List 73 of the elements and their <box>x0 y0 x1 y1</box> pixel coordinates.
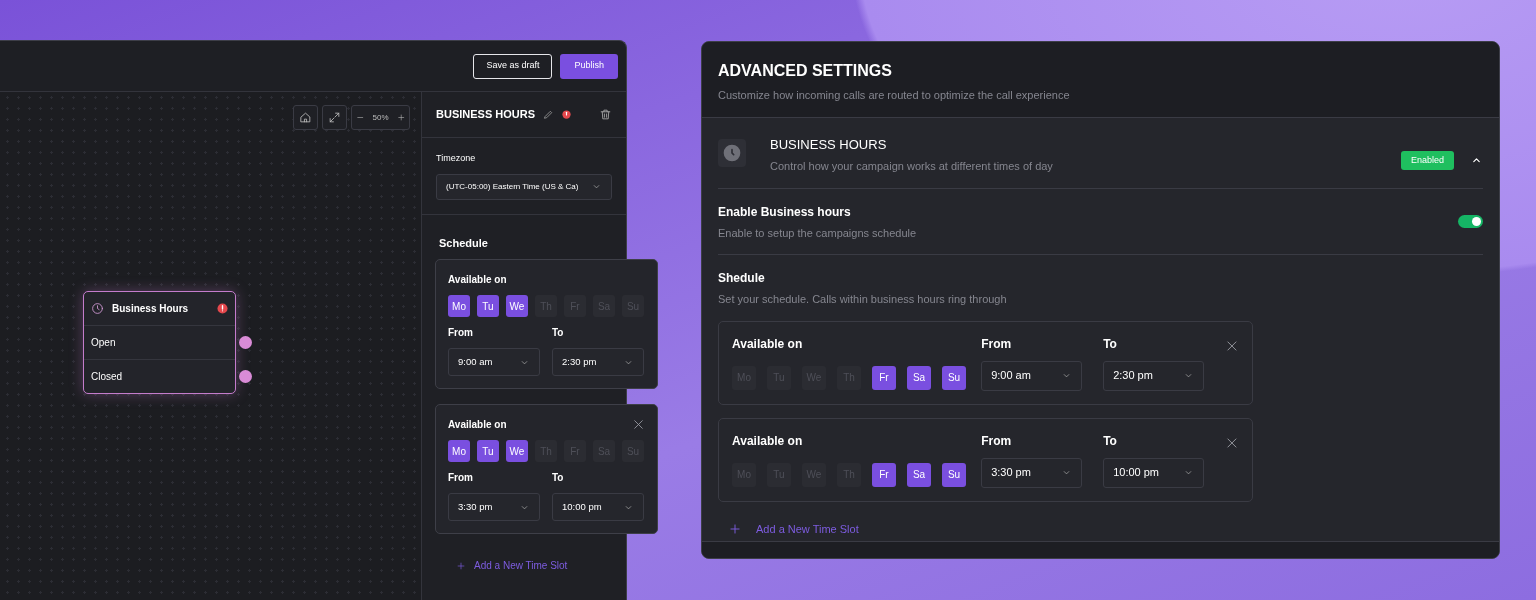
time-select[interactable]: 2:30 pm <box>552 348 644 376</box>
close-icon[interactable] <box>1225 435 1239 450</box>
field-label: To <box>552 326 565 340</box>
day-toggle[interactable]: Tu <box>477 440 499 462</box>
toggle-switch[interactable] <box>1458 215 1483 229</box>
day-toggle[interactable]: Su <box>942 365 966 390</box>
save-draft-button[interactable]: Save as draft <box>473 53 553 79</box>
field-label: From <box>448 326 474 340</box>
node-title: Business Hours <box>112 302 190 316</box>
add-time-slot-link[interactable]: Add a New Time Slot <box>474 558 568 573</box>
section-title: Schedule <box>438 235 489 251</box>
field-label: From <box>981 335 1013 353</box>
day-toggle[interactable]: We <box>506 440 528 462</box>
day-toggle[interactable]: Fr <box>872 462 896 487</box>
panel-title: BUSINESS HOURS <box>436 107 536 123</box>
time-select[interactable]: 9:00 am <box>448 348 540 376</box>
trash-icon[interactable] <box>599 108 612 121</box>
warning-icon <box>217 303 228 314</box>
field-label: Available on <box>732 432 804 450</box>
section-title: BUSINESS HOURS <box>770 135 888 154</box>
setting-label: Enable Business hours <box>718 203 852 221</box>
expand-icon <box>328 111 341 124</box>
home-icon <box>299 111 312 124</box>
settings-title: ADVANCED SETTINGS <box>718 61 893 81</box>
fit-view-button[interactable] <box>322 105 347 130</box>
plus-icon <box>456 560 466 571</box>
add-time-slot-link[interactable]: Add a New Time Slot <box>756 520 859 537</box>
section-label: Shedule <box>718 270 766 287</box>
plus-icon[interactable] <box>396 112 405 123</box>
time-select[interactable]: 9:00 am <box>981 360 1083 391</box>
clock-icon <box>91 302 104 315</box>
day-toggle[interactable]: Fr <box>872 365 896 390</box>
section-description: Set your schedule. Calls within business hours ring through <box>718 292 1008 307</box>
time-select[interactable]: 2:30 pm <box>1103 360 1205 391</box>
section-subtitle: Control how your campaign works at different times of day <box>770 159 1054 174</box>
setting-description: Enable to setup the campaigns schedule <box>718 225 917 241</box>
field-label: Available on <box>448 273 507 287</box>
time-select[interactable]: 10:00 pm <box>1103 457 1205 488</box>
time-select[interactable]: 3:30 pm <box>448 493 540 521</box>
publish-button[interactable]: Publish <box>560 53 618 79</box>
zoom-control[interactable]: 50% <box>351 105 410 130</box>
day-toggle[interactable]: Sa <box>907 365 931 390</box>
close-icon[interactable] <box>1225 338 1239 353</box>
time-select[interactable]: 3:30 pm <box>981 457 1083 488</box>
zoom-level: 50% <box>372 111 389 124</box>
timezone-select[interactable]: (UTC-05:00) Eastern Time (US & Ca) <box>436 173 612 200</box>
field-label: To <box>1103 335 1118 353</box>
field-label: Timezone <box>436 152 477 165</box>
settings-subtitle: Customize how incoming calls are routed to optimize the call experience <box>718 88 1071 103</box>
node-output-label: Closed <box>91 370 123 384</box>
close-icon[interactable] <box>632 418 645 431</box>
node-output-label: Open <box>91 336 116 350</box>
field-label: To <box>1103 432 1118 450</box>
status-badge: Enabled <box>1400 150 1454 170</box>
day-toggle[interactable]: Su <box>942 462 966 487</box>
day-toggle[interactable]: Mo <box>448 295 470 317</box>
home-button[interactable] <box>293 105 318 130</box>
edit-icon[interactable] <box>543 109 555 120</box>
connection-handle[interactable] <box>239 336 252 349</box>
plus-icon <box>728 521 742 536</box>
field-label: From <box>981 432 1013 450</box>
clock-icon <box>722 142 742 163</box>
connection-handle[interactable] <box>239 370 252 383</box>
field-label: From <box>448 471 474 485</box>
day-toggle[interactable]: Sa <box>907 462 931 487</box>
field-label: Available on <box>448 418 507 432</box>
time-select[interactable]: 10:00 pm <box>552 493 644 521</box>
field-label: Available on <box>732 335 804 353</box>
field-label: To <box>552 471 565 485</box>
day-toggle[interactable]: Mo <box>448 440 470 462</box>
day-toggle[interactable]: We <box>506 295 528 317</box>
day-toggle[interactable]: Tu <box>477 295 499 317</box>
warning-icon <box>562 110 572 119</box>
